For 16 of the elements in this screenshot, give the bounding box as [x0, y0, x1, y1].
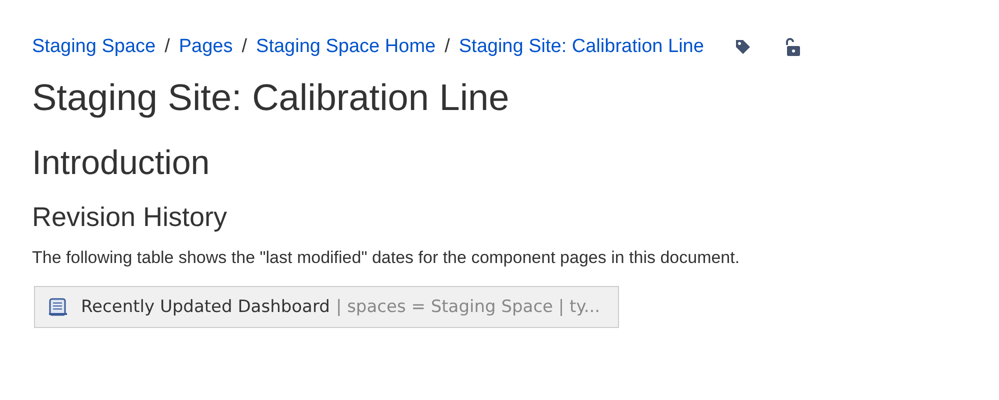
breadcrumb-separator: /	[242, 36, 248, 58]
breadcrumb-link[interactable]: Pages	[178, 36, 233, 58]
page-title: Staging Site: Calibration Line	[32, 76, 510, 120]
macro-name: Recently Updated Dashboard	[81, 297, 330, 317]
tag-icon[interactable]	[734, 38, 752, 56]
breadcrumb-link[interactable]: Staging Space Home	[256, 36, 436, 58]
macro-parameters: | spaces = Staging Space | ty...	[336, 297, 600, 317]
breadcrumb-separator: /	[444, 36, 450, 58]
paragraph: The following table shows the "last modified" dates for the component pages in this document.	[32, 248, 741, 268]
breadcrumb-link[interactable]: Staging Space	[32, 36, 156, 58]
subsection-heading: Revision History	[32, 201, 228, 234]
breadcrumb-link[interactable]: Staging Site: Calibration Line	[458, 36, 704, 58]
breadcrumb-separator: /	[164, 36, 170, 58]
scroll-icon	[47, 297, 69, 317]
section-heading: Introduction	[32, 143, 211, 184]
unlocked-padlock-icon[interactable]	[784, 37, 802, 57]
